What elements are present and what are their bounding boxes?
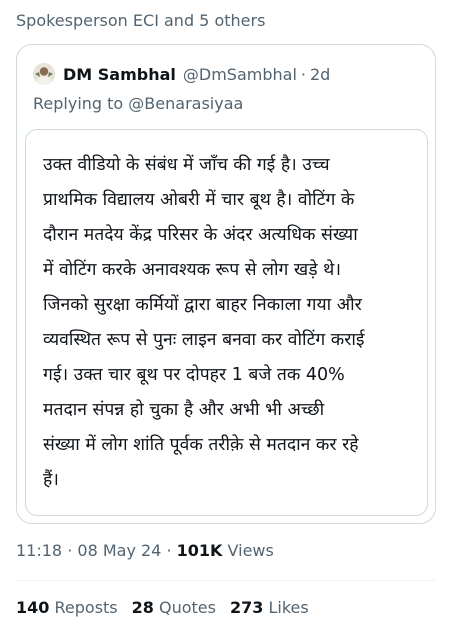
post-text: उक्त वीडियो के संबंध में जाँच की गई है। … (43, 148, 418, 498)
post-text-line: हैं। (43, 470, 59, 490)
likes-count: 273 (229, 598, 264, 617)
reposts-stat[interactable]: 140 Reposts (16, 598, 118, 617)
author-name[interactable]: DM Sambhal (63, 65, 176, 84)
reposts-label: Reposts (54, 598, 118, 617)
post-text-line: उक्त वीडियो के संबंध में जाँच की गई है। … (43, 155, 330, 175)
engagement-stats: 140 Reposts 28 Quotes 273 Likes (16, 598, 323, 617)
quotes-count: 28 (131, 598, 154, 617)
avatar-icon (33, 63, 55, 85)
post-text-line: व्यवस्थित रूप से पुनः लाइन बनवा कर वोटिं… (43, 330, 365, 350)
post-text-line: गई। उक्त चार बूथ पर दोपहर 1 बजे तक 40% (43, 365, 345, 385)
post-meta: 11:18 · 08 May 24 · 101K Views (16, 541, 274, 560)
post-date[interactable]: 08 May 24 (77, 541, 161, 560)
post-text-line: संख्या में लोग शांति पूर्वक तरीक़े से मत… (43, 435, 359, 455)
views-label: Views (227, 541, 274, 560)
social-context-text[interactable]: Spokesperson ECI and 5 others (16, 11, 265, 30)
post-text-line: जिनको सुरक्षा कर्मियों द्वारा बाहर निकाल… (43, 295, 362, 315)
post-age[interactable]: 2d (310, 65, 330, 84)
replying-to: Replying to @Benarasiyaa (33, 94, 243, 113)
views-count: 101K (176, 541, 223, 560)
separator-dot: · (166, 541, 172, 560)
replying-to-mention[interactable]: @Benarasiyaa (128, 94, 243, 113)
post-text-line: मतदान संपन्न हो चुका है और अभी भी अच्छी (43, 400, 325, 420)
post-time[interactable]: 11:18 (16, 541, 62, 560)
reposts-count: 140 (16, 598, 50, 617)
quotes-stat[interactable]: 28 Quotes (132, 598, 216, 617)
quoted-post-card[interactable]: DM Sambhal @DmSambhal · 2d Replying to @… (16, 44, 436, 524)
divider (16, 580, 436, 581)
quoted-post-body: उक्त वीडियो के संबंध में जाँच की गई है। … (25, 129, 428, 516)
post-text-line: प्राथमिक विद्यालय ओबरी में चार बूथ है। व… (43, 190, 355, 210)
post-text-line: में वोटिंग करके अनावश्यक रूप से लोग खड़े… (43, 260, 341, 280)
quoted-post-header: DM Sambhal @DmSambhal · 2d (33, 63, 330, 85)
author-handle[interactable]: @DmSambhal (183, 65, 297, 84)
post-text-line: दौरान मतदेय केंद्र परिसर के अंदर अत्यधिक… (43, 225, 358, 245)
likes-stat[interactable]: 273 Likes (230, 598, 309, 617)
replying-prefix: Replying to (33, 94, 129, 113)
separator-dot: · (67, 541, 73, 560)
quotes-label: Quotes (159, 598, 216, 617)
avatar[interactable] (33, 63, 55, 85)
separator-dot: · (300, 64, 306, 84)
likes-label: Likes (268, 598, 309, 617)
